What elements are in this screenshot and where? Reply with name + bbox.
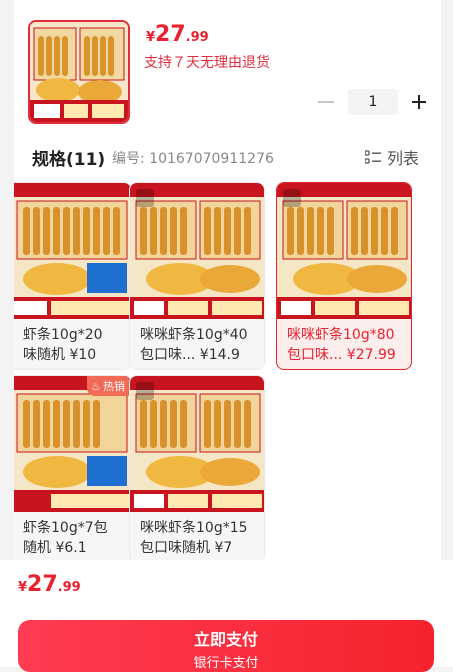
sku-option-image xyxy=(130,376,264,512)
return-policy-text: 支持７天无理由退货 xyxy=(144,55,270,71)
expand-image-icon[interactable] xyxy=(136,382,154,400)
sku-option-card[interactable]: 咪咪虾条10g*40 包口味... ¥14.9 xyxy=(129,182,265,370)
sku-option-card[interactable]: 虾条10g*20 味随机 ¥10 xyxy=(14,182,132,370)
sku-option-image xyxy=(130,183,264,319)
pay-now-label: 立即支付 xyxy=(193,630,258,649)
flame-icon: ♨ xyxy=(91,379,101,393)
quantity-stepper: 1 xyxy=(318,89,430,115)
total-price: ¥27.99 xyxy=(18,572,81,597)
sku-option-image xyxy=(277,183,411,319)
hot-sale-badge: ♨ 热销 xyxy=(87,376,131,396)
selected-price: ¥27.99 xyxy=(146,22,209,47)
sku-option-card-selected[interactable]: 咪咪虾条10g*80 包口味... ¥27.99 xyxy=(276,182,412,370)
pay-now-button[interactable]: 立即支付 银行卡支付 xyxy=(18,620,434,672)
sku-option-card[interactable]: 咪咪虾条10g*15 包口味随机 ¥7 xyxy=(129,375,265,563)
list-icon xyxy=(364,150,381,164)
sku-option-image xyxy=(14,183,131,319)
sku-option-card[interactable]: ♨ 热销 虾条10g*7包 随机 ¥6.1 xyxy=(14,375,132,563)
sku-option-label: 虾条10g*7包 随机 ¥6.1 xyxy=(23,520,108,556)
spec-title: 规格(11) xyxy=(32,150,106,170)
product-number: 编号: 10167070911276 xyxy=(112,151,274,167)
expand-image-icon[interactable] xyxy=(283,189,301,207)
payment-method-label: 银行卡支付 xyxy=(193,656,259,671)
list-toggle-label: 列表 xyxy=(386,149,419,168)
quantity-increase-button[interactable] xyxy=(408,91,430,113)
sku-option-label: 咪咪虾条10g*80 包口味... ¥27.99 xyxy=(287,327,396,363)
product-thumbnail[interactable] xyxy=(28,20,130,124)
sku-option-label: 咪咪虾条10g*40 包口味... ¥14.9 xyxy=(140,327,248,363)
list-view-toggle[interactable]: 列表 xyxy=(364,145,419,169)
sku-option-label: 虾条10g*20 味随机 ¥10 xyxy=(23,327,103,363)
quantity-decrease-button[interactable] xyxy=(318,101,334,103)
sku-option-label: 咪咪虾条10g*15 包口味随机 ¥7 xyxy=(140,520,248,556)
expand-image-icon[interactable] xyxy=(136,189,154,207)
sku-option-image: ♨ 热销 xyxy=(14,376,131,512)
quantity-value[interactable]: 1 xyxy=(348,89,398,115)
